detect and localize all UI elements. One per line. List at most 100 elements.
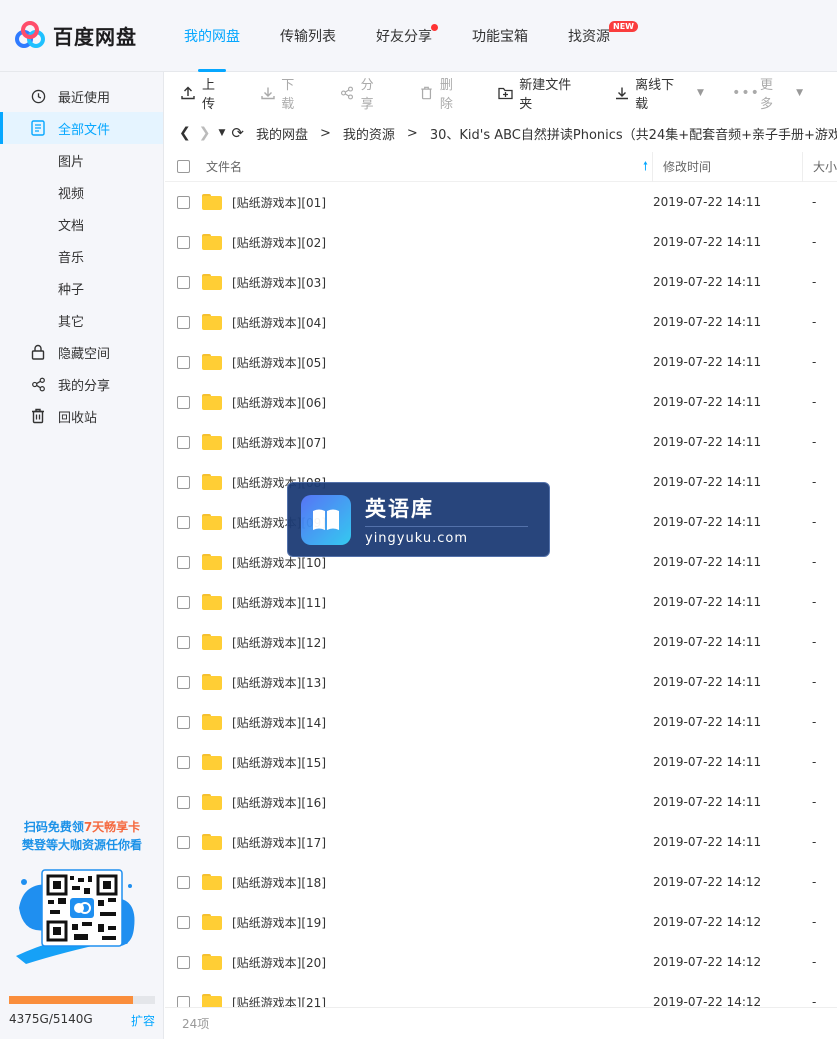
sidebar-item-videos[interactable]: 视频 <box>0 176 163 208</box>
row-checkbox[interactable] <box>177 875 190 889</box>
table-row[interactable]: [贴纸游戏本][04] 2019-07-22 14:11 - <box>165 302 837 342</box>
row-checkbox[interactable] <box>177 635 190 649</box>
row-checkbox[interactable] <box>177 915 190 929</box>
row-checkbox[interactable] <box>177 515 190 529</box>
nav-my-disk[interactable]: 我的网盘 <box>184 0 240 72</box>
sidebar-item-my-shares[interactable]: 我的分享 <box>0 368 163 400</box>
file-name[interactable]: [贴纸游戏本][13] <box>232 674 652 691</box>
back-arrow-icon[interactable]: ❮ <box>179 125 191 141</box>
row-checkbox[interactable] <box>177 475 190 489</box>
sidebar-item-all-files[interactable]: 全部文件 <box>0 112 163 144</box>
more-button[interactable]: ••• 更多 ▼ <box>732 74 803 112</box>
file-name[interactable]: [贴纸游戏本][20] <box>232 954 652 971</box>
column-header-name[interactable]: 文件名 🠕 <box>206 158 652 175</box>
column-header-time[interactable]: 修改时间 <box>651 151 802 182</box>
nav-find-resources[interactable]: 找资源 NEW <box>568 0 638 72</box>
nav-toolbox[interactable]: 功能宝箱 <box>472 0 528 72</box>
breadcrumb-current[interactable]: 30、Kid's ABC自然拼读Phonics（共24集+配套音频+亲子手册+游… <box>430 124 837 143</box>
row-checkbox[interactable] <box>177 275 190 289</box>
file-size: - <box>812 635 817 649</box>
chevron-down-icon[interactable]: ▼ <box>796 88 803 98</box>
row-checkbox[interactable] <box>177 435 190 449</box>
expand-storage-link[interactable]: 扩容 <box>131 1012 155 1029</box>
table-row[interactable]: [贴纸游戏本][19] 2019-07-22 14:12 - <box>165 902 837 942</box>
row-checkbox[interactable] <box>177 395 190 409</box>
row-checkbox[interactable] <box>177 315 190 329</box>
table-row[interactable]: [贴纸游戏本][02] 2019-07-22 14:11 - <box>165 222 837 262</box>
file-name[interactable]: [贴纸游戏本][02] <box>232 234 652 251</box>
file-name[interactable]: [贴纸游戏本][14] <box>232 714 652 731</box>
row-checkbox[interactable] <box>177 555 190 569</box>
file-name[interactable]: [贴纸游戏本][05] <box>232 354 652 371</box>
table-row[interactable]: [贴纸游戏本][12] 2019-07-22 14:11 - <box>165 622 837 662</box>
file-name[interactable]: [贴纸游戏本][12] <box>232 634 652 651</box>
row-checkbox[interactable] <box>177 195 190 209</box>
table-row[interactable]: [贴纸游戏本][05] 2019-07-22 14:11 - <box>165 342 837 382</box>
nav-friend-share[interactable]: 好友分享 <box>376 0 438 72</box>
file-name[interactable]: [贴纸游戏本][19] <box>232 914 652 931</box>
delete-button[interactable]: 删除 <box>419 74 464 112</box>
more-dots-icon: ••• <box>732 85 760 101</box>
sidebar-item-docs[interactable]: 文档 <box>0 208 163 240</box>
sidebar-item-music[interactable]: 音乐 <box>0 240 163 272</box>
sidebar-item-torrents[interactable]: 种子 <box>0 272 163 304</box>
row-checkbox[interactable] <box>177 955 190 969</box>
table-row[interactable]: [贴纸游戏本][20] 2019-07-22 14:12 - <box>165 942 837 982</box>
breadcrumb-folder[interactable]: 我的资源 <box>343 124 395 143</box>
new-folder-button[interactable]: 新建文件夹 <box>498 74 580 112</box>
history-dropdown-icon[interactable]: ▼ <box>218 128 225 138</box>
nav-transfer-list[interactable]: 传输列表 <box>280 0 336 72</box>
table-row[interactable]: [贴纸游戏本][14] 2019-07-22 14:11 - <box>165 702 837 742</box>
breadcrumb-root[interactable]: 我的网盘 <box>256 124 308 143</box>
sidebar-item-hidden-space[interactable]: 隐藏空间 <box>0 336 163 368</box>
row-checkbox[interactable] <box>177 675 190 689</box>
sidebar-item-images[interactable]: 图片 <box>0 144 163 176</box>
file-size: - <box>812 595 817 609</box>
file-name[interactable]: [贴纸游戏本][06] <box>232 394 652 411</box>
file-name[interactable]: [贴纸游戏本][01] <box>232 194 652 211</box>
table-row[interactable]: [贴纸游戏本][01] 2019-07-22 14:11 - <box>165 182 837 222</box>
sidebar-item-recent[interactable]: 最近使用 <box>0 80 163 112</box>
folder-icon <box>202 914 222 930</box>
table-row[interactable]: [贴纸游戏本][07] 2019-07-22 14:11 - <box>165 422 837 462</box>
table-row[interactable]: [贴纸游戏本][16] 2019-07-22 14:11 - <box>165 782 837 822</box>
refresh-icon[interactable]: ⟳ <box>231 124 244 142</box>
sidebar-item-others[interactable]: 其它 <box>0 304 163 336</box>
file-name[interactable]: [贴纸游戏本][15] <box>232 754 652 771</box>
table-row[interactable]: [贴纸游戏本][03] 2019-07-22 14:11 - <box>165 262 837 302</box>
upload-button[interactable]: 上传 <box>181 74 226 112</box>
download-button[interactable]: 下载 <box>260 74 305 112</box>
promo-text[interactable]: 扫码免费领7天畅享卡 樊登等大咖资源任你看 <box>0 818 164 854</box>
select-all-checkbox[interactable] <box>177 160 190 173</box>
table-row[interactable]: [贴纸游戏本][17] 2019-07-22 14:11 - <box>165 822 837 862</box>
row-checkbox[interactable] <box>177 795 190 809</box>
file-name[interactable]: [贴纸游戏本][04] <box>232 314 652 331</box>
table-row[interactable]: [贴纸游戏本][13] 2019-07-22 14:11 - <box>165 662 837 702</box>
offline-download-button[interactable]: 离线下载 ▼ <box>614 74 704 112</box>
row-checkbox[interactable] <box>177 835 190 849</box>
table-row[interactable]: [贴纸游戏本][11] 2019-07-22 14:11 - <box>165 582 837 622</box>
sidebar-item-recycle-bin[interactable]: 回收站 <box>0 400 163 432</box>
app-logo[interactable]: 百度网盘 <box>14 20 174 52</box>
row-checkbox[interactable] <box>177 595 190 609</box>
file-name[interactable]: [贴纸游戏本][16] <box>232 794 652 811</box>
folder-icon <box>202 874 222 890</box>
row-checkbox[interactable] <box>177 235 190 249</box>
file-name[interactable]: [贴纸游戏本][07] <box>232 434 652 451</box>
file-name[interactable]: [贴纸游戏本][17] <box>232 834 652 851</box>
file-name[interactable]: [贴纸游戏本][18] <box>232 874 652 891</box>
table-row[interactable]: [贴纸游戏本][06] 2019-07-22 14:11 - <box>165 382 837 422</box>
column-header-size[interactable]: 大小 <box>801 151 837 182</box>
chevron-down-icon[interactable]: ▼ <box>697 88 704 98</box>
table-row[interactable]: [贴纸游戏本][18] 2019-07-22 14:12 - <box>165 862 837 902</box>
file-name[interactable]: [贴纸游戏本][11] <box>232 594 652 611</box>
promo-qr-code[interactable] <box>14 868 142 968</box>
share-button[interactable]: 分享 <box>340 74 385 112</box>
table-row[interactable]: [贴纸游戏本][15] 2019-07-22 14:11 - <box>165 742 837 782</box>
row-checkbox[interactable] <box>177 755 190 769</box>
row-checkbox[interactable] <box>177 715 190 729</box>
forward-arrow-icon[interactable]: ❯ <box>199 125 211 141</box>
row-checkbox[interactable] <box>177 355 190 369</box>
file-name[interactable]: [贴纸游戏本][03] <box>232 274 652 291</box>
book-logo-icon <box>301 494 351 545</box>
